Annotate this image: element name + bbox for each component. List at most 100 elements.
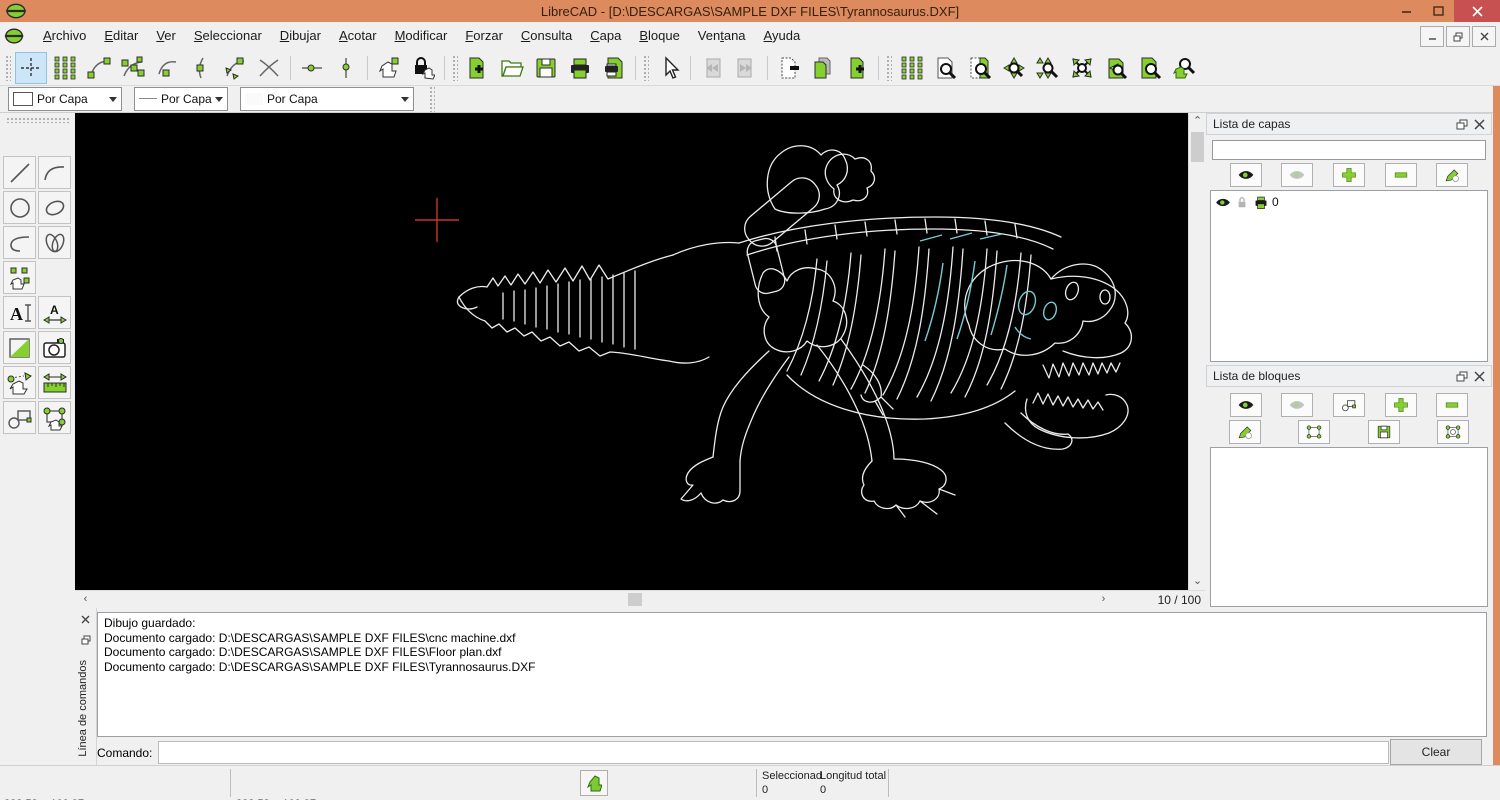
snap-distance-button[interactable] [219, 52, 251, 84]
layer-filter-input[interactable] [1212, 140, 1486, 160]
edit-block-button[interactable] [1437, 420, 1469, 444]
vertical-scrollbar[interactable]: ⌃ ⌄ [1188, 113, 1205, 590]
polyline-tool-button[interactable] [3, 226, 36, 259]
copy-button[interactable] [807, 52, 839, 84]
snap-free-button[interactable] [15, 52, 47, 84]
zoom-out-button[interactable] [1032, 52, 1064, 84]
float-panel-icon[interactable] [1456, 119, 1468, 130]
menu-forzar[interactable]: Forzar [456, 22, 512, 50]
line-type-combobox[interactable]: Por Capa [240, 87, 414, 111]
edit-block-attributes-button[interactable] [1229, 420, 1261, 444]
create-block-button[interactable] [1333, 393, 1365, 417]
set-relative-zero-button[interactable] [373, 52, 405, 84]
close-panel-icon[interactable] [1474, 371, 1485, 382]
hide-all-layers-button[interactable] [1281, 163, 1313, 187]
show-all-layers-button[interactable] [1230, 163, 1262, 187]
minimize-button[interactable] [1390, 0, 1422, 22]
snap-grid-button[interactable] [49, 52, 81, 84]
menu-modificar[interactable]: Modificar [386, 22, 457, 50]
restrict-vertical-button[interactable] [330, 52, 362, 84]
insert-block-button[interactable] [1298, 420, 1330, 444]
scroll-right-icon[interactable]: › [1095, 591, 1112, 608]
hatch-tool-button[interactable] [3, 331, 36, 364]
select-pointer-button[interactable] [653, 52, 685, 84]
close-drawing-button[interactable] [773, 52, 805, 84]
float-panel-icon[interactable] [1456, 371, 1468, 382]
close-dock-button[interactable] [77, 611, 94, 628]
redo-button[interactable] [730, 52, 762, 84]
toolbar-drag-handle[interactable] [643, 55, 649, 81]
add-block-button[interactable] [1385, 393, 1417, 417]
arc-tool-button[interactable] [38, 156, 71, 189]
new-document-button[interactable] [462, 52, 494, 84]
maximize-button[interactable] [1422, 0, 1454, 22]
zoom-auto-button[interactable] [998, 52, 1030, 84]
menu-ver[interactable]: Ver [147, 22, 185, 50]
menu-acotar[interactable]: Acotar [330, 22, 386, 50]
menu-dibujar[interactable]: Dibujar [271, 22, 330, 50]
vertical-scroll-thumb[interactable] [1191, 132, 1204, 162]
drawing-canvas[interactable] [75, 113, 1188, 590]
zoom-redraw-button[interactable] [1168, 52, 1200, 84]
menu-consulta[interactable]: Consulta [512, 22, 581, 50]
scroll-down-icon[interactable]: ⌄ [1189, 573, 1206, 590]
menu-editar[interactable]: Editar [95, 22, 147, 50]
save-document-button[interactable] [530, 52, 562, 84]
toolbar-drag-handle[interactable] [886, 55, 892, 81]
layer-print-icon[interactable] [1253, 195, 1269, 210]
layer-visible-eye-icon[interactable] [1215, 195, 1231, 210]
snap-intersection-button[interactable] [253, 52, 285, 84]
close-button[interactable] [1454, 0, 1500, 22]
show-all-blocks-button[interactable] [1230, 393, 1262, 417]
block-insert-button[interactable] [3, 401, 36, 434]
zoom-previous-button[interactable] [1100, 52, 1132, 84]
scroll-up-icon[interactable]: ⌃ [1189, 113, 1206, 130]
toolbar-drag-handle[interactable] [6, 117, 70, 123]
mdi-close-button[interactable] [1472, 26, 1496, 47]
close-panel-icon[interactable] [1474, 119, 1485, 130]
color-combobox[interactable]: Por Capa [8, 87, 122, 111]
menu-ayuda[interactable]: Ayuda [755, 22, 810, 50]
command-history[interactable]: Dibujo guardado: Documento cargado: D:\D… [97, 612, 1487, 737]
print-preview-button[interactable] [598, 52, 630, 84]
zoom-window-button[interactable] [964, 52, 996, 84]
menu-archivo[interactable]: Archivo [34, 22, 95, 50]
hide-all-blocks-button[interactable] [1281, 393, 1313, 417]
dimension-tool-button[interactable]: A [38, 296, 71, 329]
horizontal-scroll-thumb[interactable] [628, 593, 642, 606]
points-tool-button[interactable] [3, 261, 36, 294]
circle-tool-button[interactable] [3, 191, 36, 224]
menu-ventana[interactable]: Ventana [689, 22, 755, 50]
add-layer-button[interactable] [1333, 163, 1365, 187]
mouse-hint-button[interactable] [580, 770, 608, 796]
menu-capa[interactable]: Capa [581, 22, 630, 50]
save-block-button[interactable] [1368, 420, 1400, 444]
undo-button[interactable] [696, 52, 728, 84]
measure-tool-button[interactable] [38, 366, 71, 399]
remove-block-button[interactable] [1436, 393, 1468, 417]
line-width-combobox[interactable]: Por Capa [134, 87, 228, 111]
layer-lock-icon[interactable] [1234, 195, 1250, 210]
edit-layer-button[interactable] [1436, 163, 1468, 187]
mdi-minimize-button[interactable] [1420, 26, 1444, 47]
layer-row[interactable]: 0 [1211, 191, 1487, 213]
ellipse-tool-button[interactable] [38, 191, 71, 224]
block-list[interactable] [1210, 447, 1488, 607]
paste-button[interactable] [841, 52, 873, 84]
remove-layer-button[interactable] [1385, 163, 1417, 187]
mdi-restore-button[interactable] [1446, 26, 1470, 47]
snap-center-button[interactable] [151, 52, 183, 84]
snap-endpoints-button[interactable] [83, 52, 115, 84]
spline-tool-button[interactable] [38, 226, 71, 259]
snap-on-entity-button[interactable] [117, 52, 149, 84]
text-tool-button[interactable]: A [3, 296, 36, 329]
command-input[interactable] [158, 741, 1389, 764]
horizontal-scrollbar[interactable]: ‹ › 10 / 100 [75, 590, 1205, 608]
menu-bloque[interactable]: Bloque [630, 22, 688, 50]
toolbar-drag-handle[interactable] [452, 55, 458, 81]
zoom-page-button[interactable] [1134, 52, 1166, 84]
block-edit-button[interactable] [38, 401, 71, 434]
grid-toggle-button[interactable] [896, 52, 928, 84]
image-tool-button[interactable] [38, 331, 71, 364]
line-tool-button[interactable] [3, 156, 36, 189]
